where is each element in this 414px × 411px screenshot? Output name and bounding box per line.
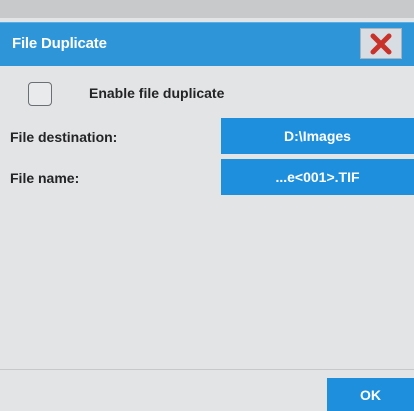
enable-duplicate-row: Enable file duplicate (0, 78, 414, 110)
close-button[interactable] (360, 28, 402, 59)
file-name-row: File name: ...e<001>.TIF (0, 159, 414, 195)
file-destination-button[interactable]: D:\Images (221, 118, 414, 154)
enable-file-duplicate-label: Enable file duplicate (89, 85, 225, 101)
ok-button[interactable]: OK (327, 378, 414, 411)
file-destination-label: File destination: (10, 129, 118, 145)
file-destination-row: File destination: D:\Images (0, 118, 414, 154)
file-name-label: File name: (10, 170, 80, 186)
footer-divider (0, 369, 414, 370)
close-x-icon (370, 33, 392, 54)
top-background-strip (0, 0, 414, 18)
file-name-button[interactable]: ...e<001>.TIF (221, 159, 414, 195)
dialog-titlebar: File Duplicate (0, 22, 414, 66)
enable-file-duplicate-checkbox[interactable] (28, 82, 52, 106)
dialog-title: File Duplicate (12, 35, 107, 52)
file-duplicate-dialog: File Duplicate Enable file duplicate Fil… (0, 18, 414, 411)
